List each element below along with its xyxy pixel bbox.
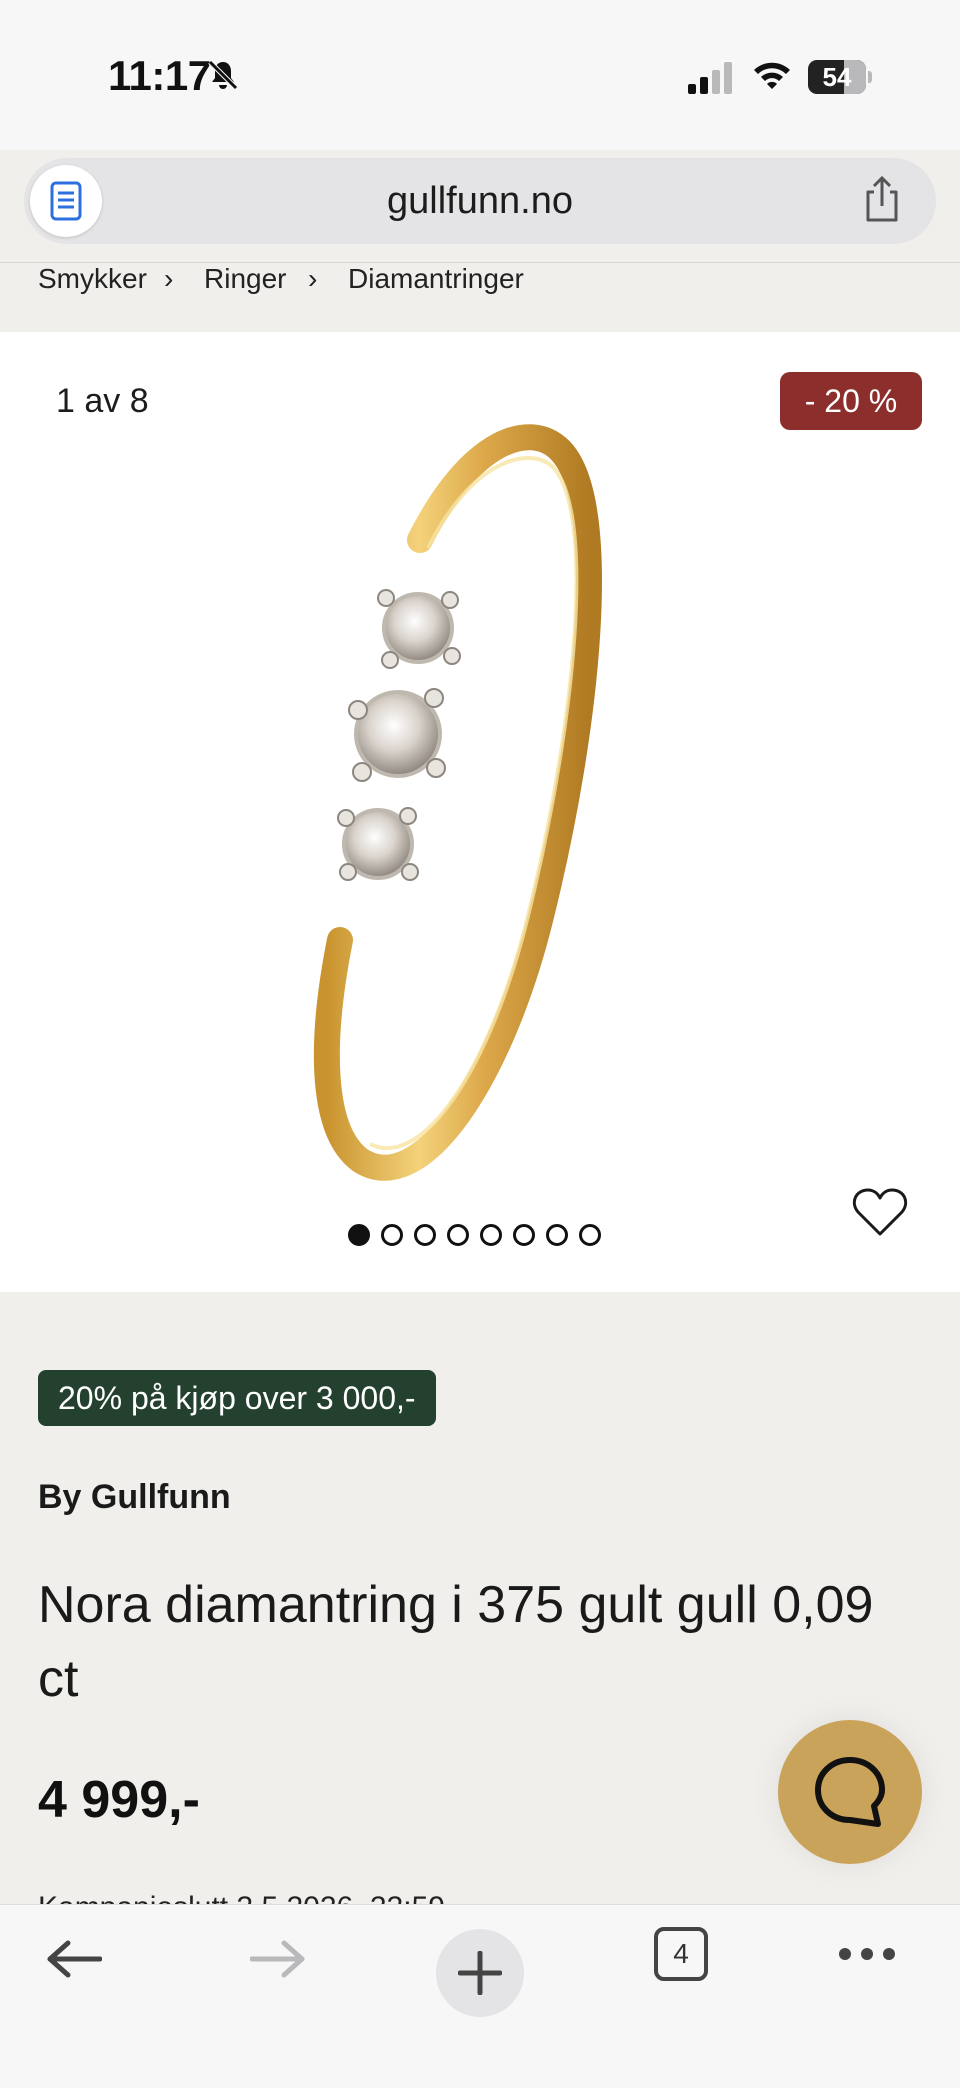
pagination-dot[interactable]	[447, 1224, 469, 1246]
browser-toolbar: 4	[0, 1904, 960, 2088]
breadcrumb-item-smykker[interactable]: Smykker	[38, 263, 147, 295]
cellular-signal-icon	[688, 62, 736, 99]
pagination-dot[interactable]	[381, 1224, 403, 1246]
product-title: Nora diamantring i 375 gult gull 0,09 ct	[38, 1576, 874, 1708]
promo-badge: 20% på kjøp over 3 000,-	[38, 1370, 436, 1426]
status-bar: 11:17 54 gullfunn.no	[0, 0, 960, 244]
more-icon[interactable]	[838, 1947, 896, 1966]
pagination-dot[interactable]	[513, 1224, 535, 1246]
chevron-right-icon: ›	[308, 263, 318, 294]
forward-arrow-icon[interactable]	[249, 1939, 306, 1984]
status-time: 11:17	[108, 52, 211, 99]
image-counter: 1 av 8	[56, 382, 149, 420]
product-price: 4 999,-	[38, 1771, 200, 1829]
chevron-right-icon: ›	[164, 263, 174, 294]
url-text[interactable]: gullfunn.no	[24, 180, 936, 223]
breadcrumb-item-diamantringer[interactable]: Diamantringer	[348, 263, 524, 295]
share-icon[interactable]	[862, 175, 902, 229]
campaign-end-text: Kampanjeslutt 3.5.2026, 23:59	[38, 1886, 445, 1904]
wifi-icon	[752, 58, 792, 97]
product-gallery[interactable]: 1 av 8 - 20 %	[0, 332, 960, 1292]
breadcrumb: Smykker › Ringer › Diamantringer	[0, 262, 960, 333]
pagination-dot[interactable]	[480, 1224, 502, 1246]
pagination-dot[interactable]	[546, 1224, 568, 1246]
product-image[interactable]	[300, 420, 680, 1195]
pagination-dot[interactable]	[579, 1224, 601, 1246]
pagination-dot[interactable]	[348, 1224, 370, 1246]
discount-badge: - 20 %	[780, 372, 922, 430]
breadcrumb-item-ringer[interactable]: Ringer	[204, 263, 286, 295]
new-tab-button[interactable]	[436, 1929, 524, 2017]
tabs-icon[interactable]: 4	[654, 1927, 708, 1981]
battery-level: 54	[822, 62, 852, 92]
pagination-dot[interactable]	[414, 1224, 436, 1246]
battery-icon: 54	[808, 60, 872, 94]
chat-button[interactable]	[778, 1720, 922, 1864]
diamond-top	[382, 592, 454, 664]
back-arrow-icon[interactable]	[46, 1939, 103, 1984]
bell-slash-icon	[206, 58, 240, 97]
address-bar[interactable]: gullfunn.no	[24, 158, 936, 244]
heart-icon[interactable]	[852, 1188, 908, 1243]
product-brand[interactable]: By Gullfunn	[38, 1478, 231, 1517]
